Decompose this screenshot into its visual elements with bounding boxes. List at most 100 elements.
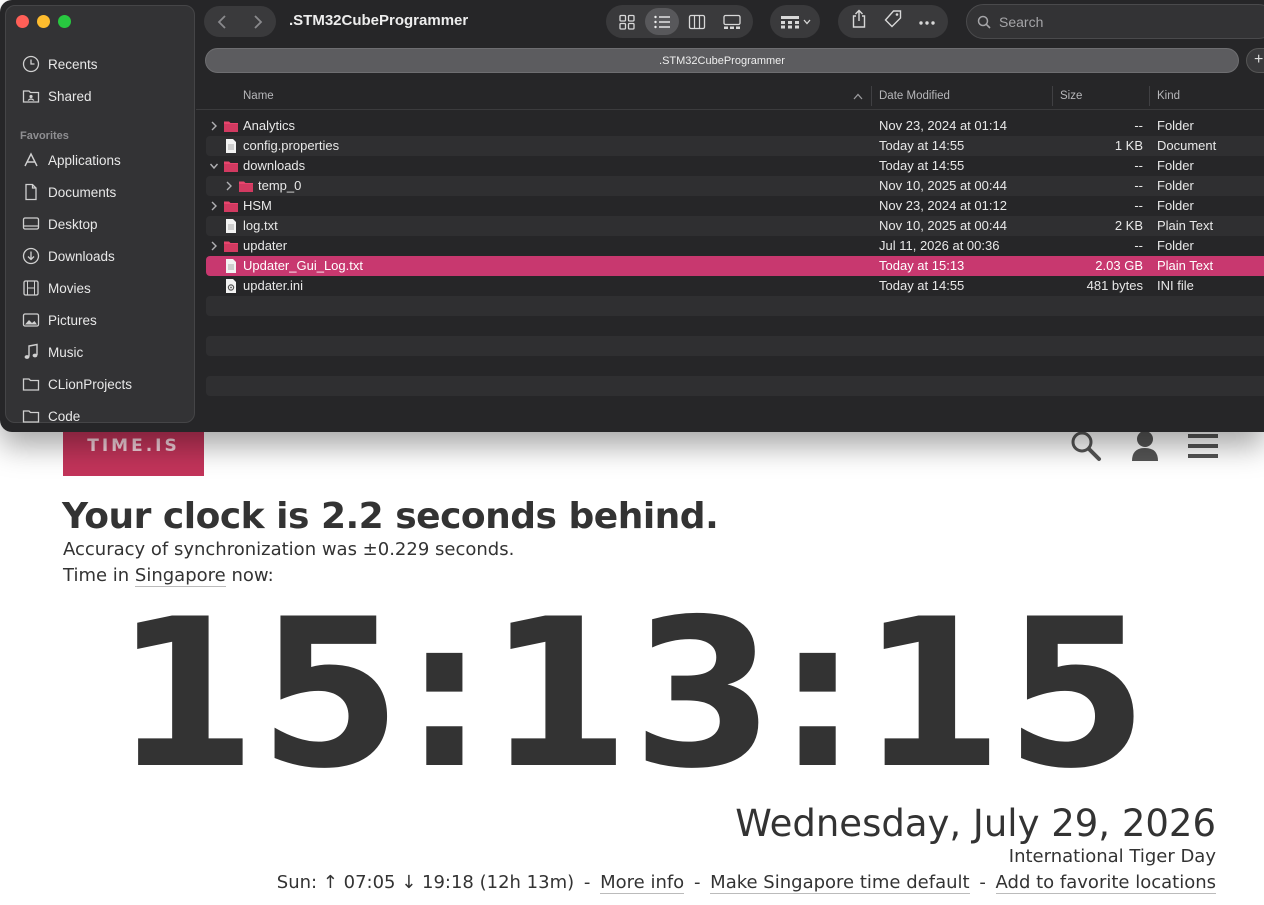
file-name: Analytics <box>243 118 296 133</box>
file-kind: Plain Text <box>1157 218 1214 233</box>
column-divider[interactable] <box>1149 86 1150 106</box>
path-tab[interactable]: .STM32CubeProgrammer <box>205 48 1239 73</box>
close-button[interactable] <box>16 15 29 28</box>
file-row[interactable]: Updater_Gui_Log.txt Today at 15:13 2.03 GB… <box>206 256 1264 276</box>
folder-icon <box>22 378 40 391</box>
disclosure-collapsed-icon[interactable] <box>224 179 234 193</box>
file-row[interactable]: updater.ini Today at 14:55 481 bytes INI fi… <box>206 276 1264 296</box>
file-row[interactable]: downloads Today at 14:55 -- Folder <box>206 156 1264 176</box>
group-by-button[interactable] <box>770 5 820 38</box>
chevron-down-icon <box>803 19 810 24</box>
sidebar-item-label: Movies <box>48 280 91 296</box>
folder-icon <box>239 181 253 192</box>
empty-row <box>206 376 1264 396</box>
file-name: log.txt <box>243 218 278 233</box>
sidebar-item-label: Desktop <box>48 216 98 232</box>
file-row[interactable]: log.txt Nov 10, 2025 at 00:44 2 KB Plain Te… <box>206 216 1264 236</box>
sidebar-item-documents[interactable]: Documents <box>22 182 116 202</box>
gallery-view-button[interactable] <box>715 8 749 35</box>
sidebar-item-label: Recents <box>48 56 98 72</box>
file-name: config.properties <box>243 138 340 153</box>
ellipsis-icon <box>919 20 936 25</box>
sidebar-item-shared[interactable]: Shared <box>22 86 92 106</box>
sidebar-item-pictures[interactable]: Pictures <box>22 310 97 330</box>
sidebar-item-label: Code <box>48 408 81 424</box>
menu-icon[interactable] <box>1188 432 1218 460</box>
file-row[interactable]: HSM Nov 23, 2024 at 01:12 -- Folder <box>206 196 1264 216</box>
file-kind: INI file <box>1157 278 1194 293</box>
column-header-size[interactable]: Size <box>1060 90 1082 102</box>
file-date-modified: Nov 23, 2024 at 01:14 <box>879 118 1007 133</box>
file-kind: Folder <box>1157 118 1194 133</box>
sun-info-line: Sun: ↑ 07:05 ↓ 19:18 (12h 13m) - More in… <box>277 872 1216 894</box>
icon-view-button[interactable] <box>610 8 644 35</box>
more-actions-button[interactable] <box>918 13 936 31</box>
make-default-link[interactable]: Make Singapore time default <box>710 872 970 894</box>
zoom-button[interactable] <box>58 15 71 28</box>
search-icon[interactable] <box>1070 430 1102 462</box>
search-input[interactable] <box>999 13 1239 30</box>
list-icon <box>654 15 670 28</box>
sidebar-item-applications[interactable]: Applications <box>22 150 121 170</box>
sidebar-item-movies[interactable]: Movies <box>22 278 91 298</box>
column-header-kind[interactable]: Kind <box>1157 90 1180 102</box>
more-info-link[interactable]: More info <box>600 872 685 894</box>
tag-button[interactable] <box>883 9 903 34</box>
search-field[interactable] <box>966 4 1264 39</box>
column-headers: Name Date Modified Size Kind <box>196 82 1264 110</box>
file-row[interactable]: temp_0 Nov 10, 2025 at 00:44 -- Folder <box>206 176 1264 196</box>
folder-icon <box>224 241 238 252</box>
new-tab-button[interactable]: + <box>1246 48 1264 73</box>
share-button[interactable] <box>850 9 868 34</box>
sidebar-item-label: Shared <box>48 88 92 104</box>
current-time-display: 15:13:15 <box>114 576 1150 814</box>
file-row[interactable]: updater Jul 11, 2026 at 00:36 -- Folder <box>206 236 1264 256</box>
file-row[interactable]: Analytics Nov 23, 2024 at 01:14 -- Folder <box>206 116 1264 136</box>
sidebar-item-music[interactable]: Music <box>22 342 83 362</box>
list-view-button[interactable] <box>645 8 679 35</box>
file-date-modified: Jul 11, 2026 at 00:36 <box>879 238 1000 253</box>
disclosure-collapsed-icon[interactable] <box>209 239 219 253</box>
back-button[interactable] <box>204 6 240 37</box>
sidebar-item-clionprojects[interactable]: CLionProjects <box>22 374 132 394</box>
disclosure-collapsed-icon[interactable] <box>209 199 219 213</box>
user-icon[interactable] <box>1130 430 1160 462</box>
disclosure-collapsed-icon[interactable] <box>209 119 219 133</box>
share-icon <box>852 9 865 28</box>
empty-row <box>206 296 1264 316</box>
sidebar-item-downloads[interactable]: Downloads <box>22 246 115 266</box>
file-date-modified: Nov 10, 2025 at 00:44 <box>879 178 1007 193</box>
shared-folder-icon <box>22 90 40 103</box>
file-size: -- <box>1134 178 1143 193</box>
add-favorite-link[interactable]: Add to favorite locations <box>995 872 1216 894</box>
finder-toolbar: .STM32CubeProgrammer <box>196 0 1264 44</box>
file-kind: Document <box>1157 138 1217 153</box>
chevron-left-icon <box>217 14 226 29</box>
forward-button[interactable] <box>240 6 276 37</box>
file-kind: Folder <box>1157 178 1194 193</box>
view-mode-selector <box>606 5 753 38</box>
columns-icon <box>688 14 706 29</box>
sidebar-section-favorites: Favorites <box>20 130 69 142</box>
minimize-button[interactable] <box>37 15 50 28</box>
sidebar-item-label: Music <box>48 344 84 360</box>
empty-row <box>206 336 1264 356</box>
file-kind: Folder <box>1157 198 1194 213</box>
column-divider[interactable] <box>1052 86 1053 106</box>
sidebar-item-recents[interactable]: Recents <box>22 54 98 74</box>
column-divider[interactable] <box>871 86 872 106</box>
column-header-date[interactable]: Date Modified <box>879 90 950 102</box>
film-icon <box>23 280 39 296</box>
disclosure-expanded-icon[interactable] <box>209 159 219 173</box>
separator: - <box>583 872 591 893</box>
file-row[interactable]: config.properties Today at 14:55 1 KB Docum… <box>206 136 1264 156</box>
file-size: -- <box>1134 238 1143 253</box>
sidebar-item-code[interactable]: Code <box>22 406 80 426</box>
file-name: downloads <box>243 158 306 173</box>
sidebar-item-desktop[interactable]: Desktop <box>22 214 98 234</box>
file-date-modified: Nov 23, 2024 at 01:12 <box>879 198 1007 213</box>
finder-window: Recents Shared Favorites Applications Do… <box>0 0 1264 432</box>
download-icon <box>22 247 40 265</box>
column-view-button[interactable] <box>680 8 714 35</box>
column-header-name[interactable]: Name <box>243 90 274 102</box>
